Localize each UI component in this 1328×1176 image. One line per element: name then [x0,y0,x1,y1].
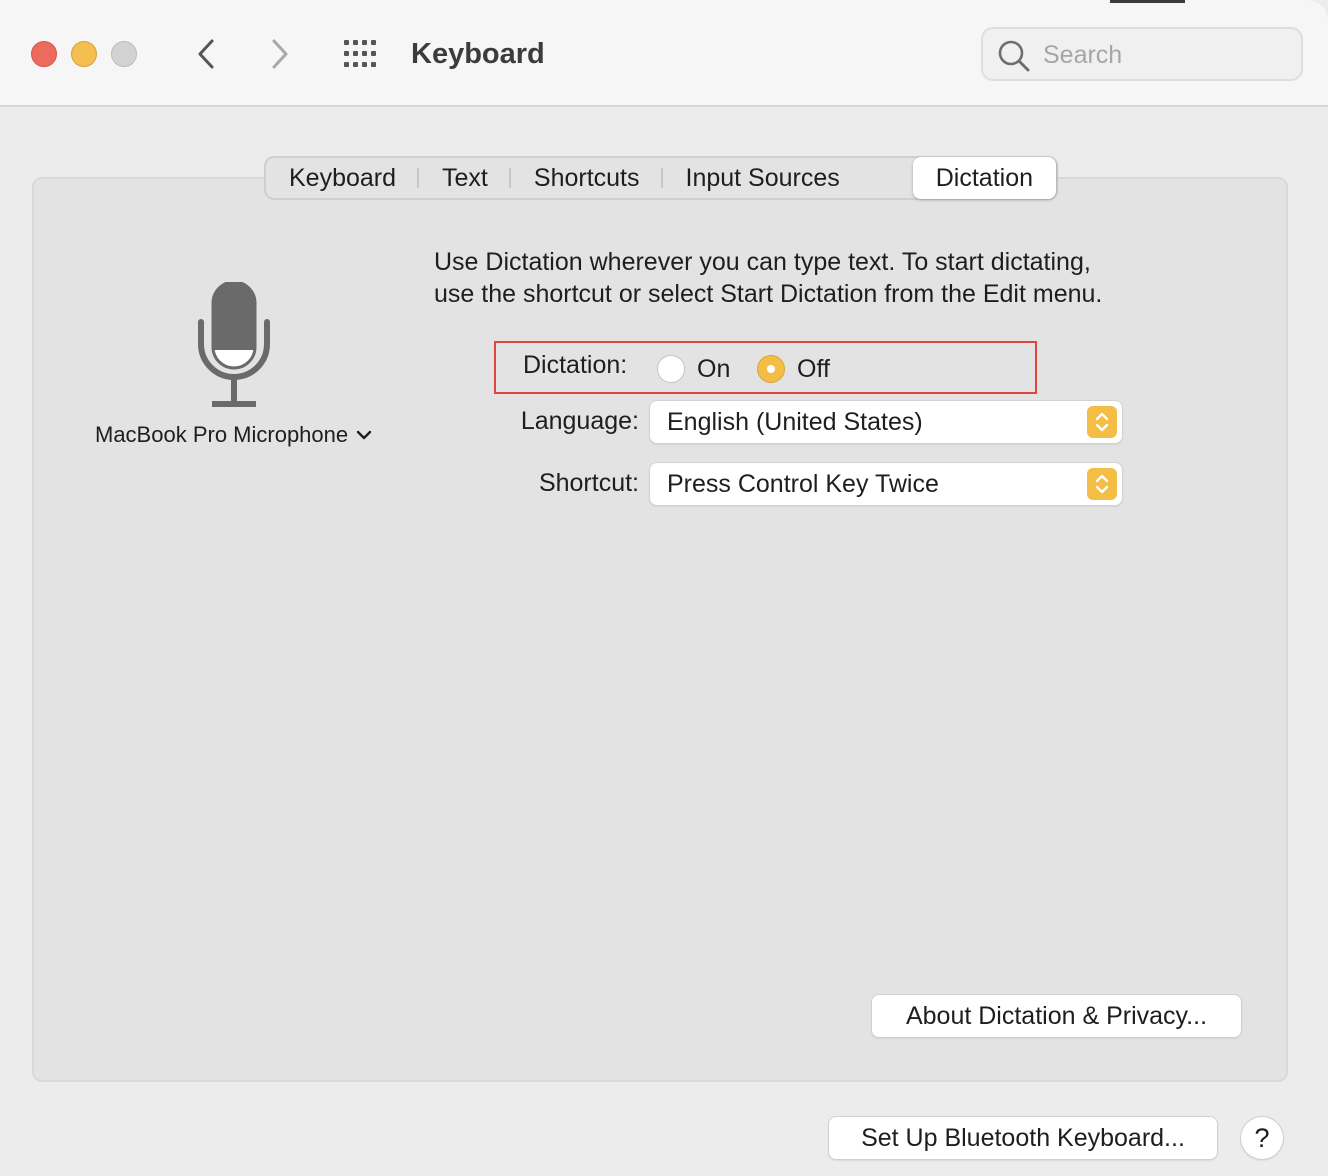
minimize-window-button[interactable] [71,41,97,67]
about-dictation-privacy-button[interactable]: About Dictation & Privacy... [872,995,1241,1037]
chevron-right-icon [272,39,288,69]
language-value: English (United States) [667,408,923,436]
tab-bar: Keyboard Text Shortcuts Input Sources Di… [264,156,1058,200]
tab-shortcuts[interactable]: Shortcuts [511,158,663,198]
shortcut-label: Shortcut: [538,469,639,497]
forward-button[interactable] [260,34,300,74]
language-label: Language: [520,407,639,435]
dictation-on-radio[interactable] [657,355,685,383]
dictation-off-radio[interactable] [757,355,785,383]
close-window-button[interactable] [31,41,57,67]
description-line-1: Use Dictation wherever you can type text… [434,248,1091,276]
chevron-down-icon [356,430,372,440]
shortcut-value: Press Control Key Twice [667,470,939,498]
search-placeholder: Search [1043,41,1123,69]
microphone-icon [198,282,270,407]
shortcut-popup[interactable]: Press Control Key Twice [650,463,1122,505]
dictation-description: Use Dictation wherever you can type text… [434,246,1214,310]
description-line-2: use the shortcut or select Start Dictati… [434,280,1103,308]
search-field[interactable]: Search [981,27,1303,81]
zoom-window-button[interactable] [111,41,137,67]
help-button[interactable]: ? [1241,1117,1283,1159]
tab-input-sources[interactable]: Input Sources [663,158,863,198]
dictation-on-label[interactable]: On [697,353,730,385]
set-up-bluetooth-keyboard-button[interactable]: Set Up Bluetooth Keyboard... [829,1117,1217,1159]
popup-arrows-icon [1087,406,1117,438]
tab-dictation[interactable]: Dictation [912,157,1056,199]
title-bar: Keyboard Search [0,0,1328,107]
language-popup[interactable]: English (United States) [650,401,1122,443]
microphone-source-menu[interactable]: MacBook Pro Microphone [95,420,372,450]
search-icon [998,40,1030,72]
popup-arrows-icon [1087,468,1117,500]
system-preferences-window: Keyboard Search Keyboard Text Shortcuts … [0,0,1328,1176]
back-button[interactable] [186,34,226,74]
microphone-source-label: MacBook Pro Microphone [95,422,349,447]
tab-keyboard[interactable]: Keyboard [266,158,420,198]
dictation-off-label[interactable]: Off [797,353,830,385]
show-all-grid-button[interactable] [342,39,382,69]
dictation-label: Dictation: [523,351,628,379]
tab-text[interactable]: Text [419,158,511,198]
chevron-left-icon [198,39,214,69]
window-edge-decoration [1110,0,1185,3]
window-title: Keyboard [411,38,545,70]
